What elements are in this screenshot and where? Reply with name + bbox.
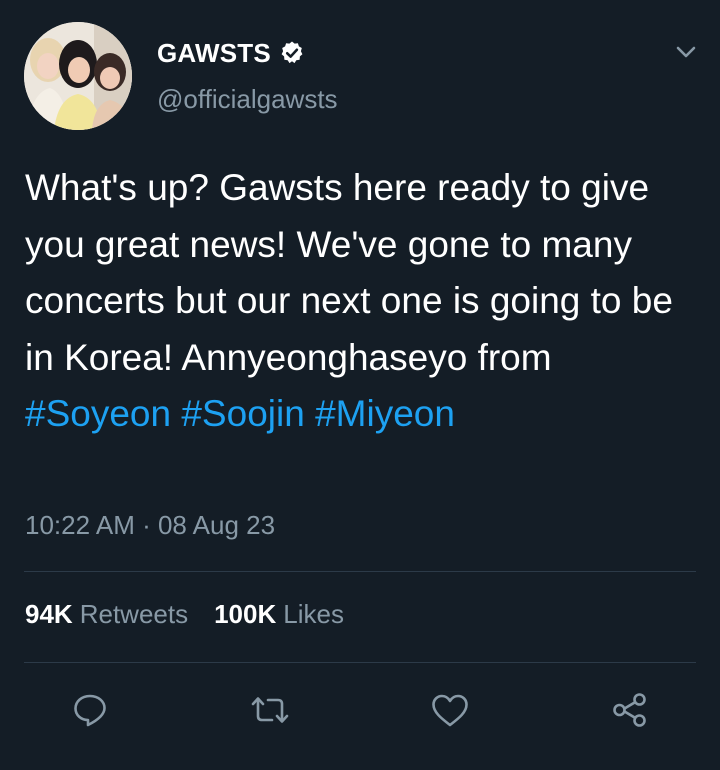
reply-button[interactable]	[68, 688, 112, 732]
verified-badge-icon	[281, 41, 303, 64]
divider	[24, 571, 696, 572]
share-icon	[613, 693, 646, 727]
like-button[interactable]	[428, 688, 472, 732]
share-button[interactable]	[608, 688, 652, 732]
hashtag-link[interactable]: #Soyeon	[25, 393, 171, 434]
avatar-photo	[24, 22, 132, 130]
user-handle[interactable]: @officialgawsts	[157, 84, 338, 115]
heart-icon	[432, 694, 468, 727]
retweets-label[interactable]: Retweets	[80, 599, 188, 630]
engagement-stats: 94K Retweets 100K Likes	[25, 599, 344, 630]
tweet-text: What's up? Gawsts here ready to give you…	[25, 160, 705, 443]
tweet-text-body: What's up? Gawsts here ready to give you…	[25, 167, 673, 378]
retweets-count[interactable]: 94K	[25, 599, 73, 630]
likes-label[interactable]: Likes	[283, 599, 344, 630]
name-row: GAWSTS	[157, 36, 305, 70]
tweet-card: GAWSTS @officialgawsts What's up? Gawsts…	[0, 0, 720, 770]
chevron-down-icon[interactable]	[672, 40, 700, 64]
divider	[24, 662, 696, 663]
retweet-button[interactable]	[248, 688, 292, 732]
retweet-icon	[251, 697, 289, 723]
reply-icon	[74, 694, 106, 727]
avatar[interactable]	[24, 22, 132, 130]
tweet-timestamp[interactable]: 10:22 AM · 08 Aug 23	[25, 510, 275, 541]
display-name[interactable]: GAWSTS	[157, 38, 271, 69]
likes-count[interactable]: 100K	[214, 599, 276, 630]
hashtag-link[interactable]: #Soojin	[181, 393, 304, 434]
hashtag-link[interactable]: #Miyeon	[315, 393, 455, 434]
